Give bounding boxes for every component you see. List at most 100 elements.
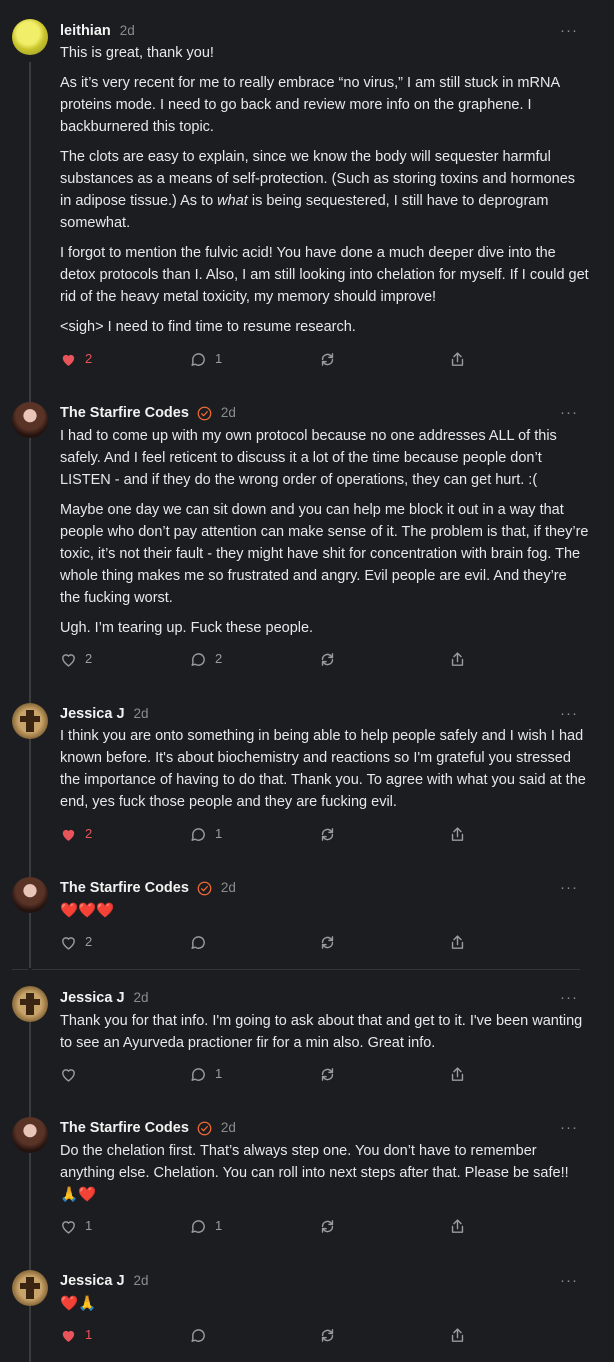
share-button[interactable] [449,1216,466,1236]
author-name[interactable]: Jessica J [60,703,125,725]
restack-button[interactable] [319,1064,336,1084]
author-name[interactable]: Jessica J [60,987,125,1009]
reply-button[interactable]: 2 [190,649,222,669]
comment-icon [191,1219,205,1233]
reply-count: 1 [215,1066,223,1081]
like-button[interactable]: 2 [60,932,92,952]
restack-button[interactable] [319,649,336,669]
comment-paragraph: I forgot to mention the fulvic acid! You… [60,245,589,305]
author-name[interactable]: The Starfire Codes [60,1117,189,1139]
share-button[interactable] [449,649,466,669]
more-icon[interactable]: ··· [560,20,578,42]
heart-icon [62,936,75,950]
more-icon[interactable]: ··· [560,703,578,725]
comment-paragraph: Do the chelation first. That’s always st… [60,1143,569,1203]
share-button[interactable] [449,824,466,844]
restack-button[interactable] [319,1325,336,1345]
comment-body: ❤️❤️❤️ [60,900,590,930]
like-button[interactable]: 1 [60,1325,92,1345]
thread-gap [28,968,32,988]
reply-button[interactable]: 1 [190,349,222,369]
reply-button[interactable]: 1 [190,1216,222,1236]
comment-body: Thank you for that info. I'm going to as… [60,1010,590,1062]
avatar[interactable] [12,703,48,739]
author-name[interactable]: leithian [60,20,111,42]
like-button[interactable]: 2 [60,649,92,669]
comment-icon [191,1067,205,1081]
reply-button[interactable]: 1 [190,824,222,844]
timestamp[interactable]: 2d [120,20,135,42]
comment-paragraph: Maybe one day we can sit down and you ca… [60,502,589,606]
share-icon [451,1327,464,1342]
comment-paragraph: Ugh. I’m tearing up. Fuck these people. [60,620,314,636]
like-count: 1 [85,1327,93,1342]
heart-icon [62,829,75,841]
comment-body: I had to come up with my own protocol be… [60,425,590,647]
restack-button[interactable] [319,824,336,844]
restack-icon [321,1328,334,1342]
like-button[interactable]: 2 [60,349,92,369]
reply-button[interactable] [190,1325,215,1345]
reply-count: 1 [215,1218,223,1233]
like-count: 2 [85,651,93,666]
comment-icon [191,352,205,366]
heart-icon [62,1068,75,1082]
restack-button[interactable] [319,1216,336,1236]
more-icon[interactable]: ··· [560,1270,578,1292]
timestamp[interactable]: 2d [221,402,236,424]
comment-body: I think you are onto something in being … [60,725,590,821]
reply-count: 1 [215,351,223,366]
comment-paragraph: ❤️❤️❤️ [60,903,115,919]
comment-paragraph: The clots are easy to explain, since we … [60,149,576,231]
timestamp[interactable]: 2d [134,1270,149,1292]
avatar[interactable] [12,19,48,55]
more-icon[interactable]: ··· [560,877,578,899]
reply-button[interactable] [190,932,215,952]
share-button[interactable] [449,1064,466,1084]
comment-paragraph: I had to come up with my own protocol be… [60,428,557,488]
timestamp[interactable]: 2d [221,1117,236,1139]
heart-icon [62,653,75,667]
avatar[interactable] [12,1270,48,1306]
comment-body: Do the chelation first. That’s always st… [60,1140,590,1214]
more-icon[interactable]: ··· [560,402,578,424]
comment-body: This is great, thank you! As it’s very r… [60,42,590,346]
share-icon [451,351,464,366]
share-icon [451,651,464,666]
restack-icon [321,652,334,666]
comment-body: ❤️🙏 [60,1293,590,1323]
more-icon[interactable]: ··· [560,1117,578,1139]
more-icon[interactable]: ··· [560,987,578,1009]
like-button[interactable] [60,1064,85,1084]
restack-icon [321,935,334,949]
like-count: 2 [85,351,93,366]
avatar[interactable] [12,986,48,1022]
author-name[interactable]: Jessica J [60,1270,125,1292]
share-button[interactable] [449,932,466,952]
share-button[interactable] [449,349,466,369]
timestamp[interactable]: 2d [134,703,149,725]
timestamp[interactable]: 2d [221,877,236,899]
comment-icon [191,652,205,666]
like-count: 1 [85,1218,93,1233]
heart-icon [62,1330,75,1342]
share-button[interactable] [449,1325,466,1345]
restack-icon [321,352,334,366]
comment-paragraph: As it’s very recent for me to really emb… [60,75,560,135]
restack-button[interactable] [319,349,336,369]
avatar[interactable] [12,1117,48,1153]
cross-icon [20,1277,40,1299]
author-name[interactable]: The Starfire Codes [60,402,189,424]
heart-icon [62,1220,75,1234]
like-button[interactable]: 1 [60,1216,92,1236]
comment-paragraph: Thank you for that info. I'm going to as… [60,1013,583,1051]
restack-button[interactable] [319,932,336,952]
author-name[interactable]: The Starfire Codes [60,877,189,899]
reply-button[interactable]: 1 [190,1064,222,1084]
like-button[interactable]: 2 [60,824,92,844]
share-icon [451,826,464,841]
avatar[interactable] [12,877,48,913]
avatar[interactable] [12,402,48,438]
reply-count: 2 [215,651,223,666]
timestamp[interactable]: 2d [134,987,149,1009]
